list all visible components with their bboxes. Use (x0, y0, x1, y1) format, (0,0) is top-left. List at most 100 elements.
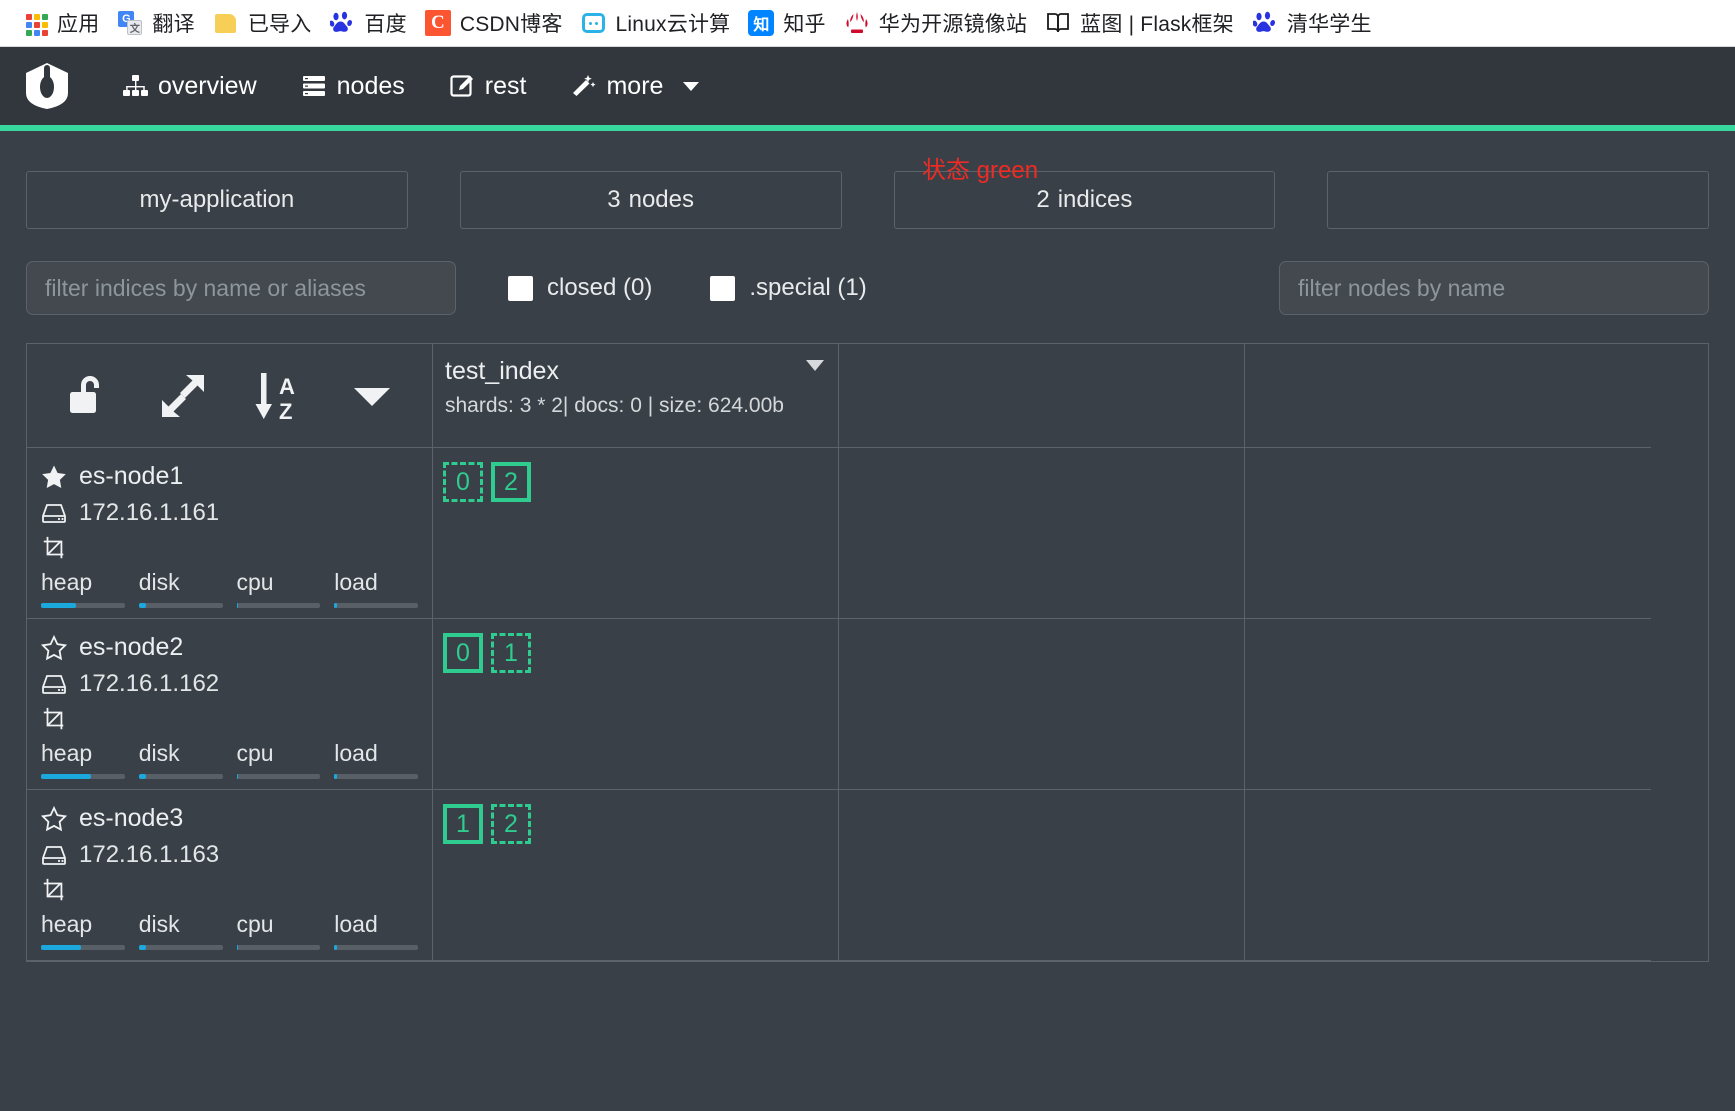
nav-item-overview[interactable]: overview (100, 66, 279, 107)
sort-alpha-icon[interactable]: A Z (253, 370, 305, 422)
shard-cell-node2-test_index: 0 1 (433, 619, 839, 790)
summary-cluster-name-label: my-application (139, 186, 295, 213)
metric-cpu: cpu (236, 569, 321, 608)
metric-heap-label: heap (41, 569, 93, 595)
shard-cell-node3-empty-1 (839, 790, 1245, 961)
summary-nodes-label: nodes (628, 186, 694, 213)
metric-cpu-label: cpu (236, 740, 274, 766)
node-name[interactable]: es-node2 (79, 633, 183, 662)
shard-replica[interactable]: 1 (491, 633, 531, 673)
checkbox-special[interactable]: .special (1) (710, 274, 867, 302)
cerebro-navbar: overview nodes rest more 状态 green (0, 47, 1735, 184)
bookmark-item-3[interactable]: 百度 (325, 5, 420, 41)
svg-text:A: A (279, 374, 295, 399)
bookmark-label: Linux云计算 (615, 13, 731, 36)
shard-cell-node3-test_index: 1 2 (433, 790, 839, 961)
linux-tv-icon (581, 10, 607, 36)
bookmark-item-5[interactable]: Linux云计算 (577, 5, 745, 41)
expand-arrows-icon[interactable] (160, 373, 206, 419)
hdd-icon (41, 671, 67, 697)
bookmark-item-0[interactable]: 应用 (18, 5, 113, 41)
chevron-down-icon[interactable] (683, 81, 700, 91)
summary-indices-count: 2 (1036, 186, 1050, 213)
metric-cpu: cpu (236, 740, 321, 779)
checkbox-closed-box[interactable] (508, 275, 533, 301)
nav-item-more[interactable]: more (548, 66, 721, 107)
metric-heap: heap (41, 740, 125, 779)
node-metrics: heap disk cpu load (41, 911, 418, 950)
nav-item-nodes[interactable]: nodes (279, 66, 427, 107)
index-menu-caret-icon[interactable] (806, 360, 824, 371)
checkbox-closed[interactable]: closed (0) (508, 274, 652, 302)
summary-shards[interactable] (1327, 171, 1709, 229)
hdd-icon (41, 500, 67, 526)
node-ip: 172.16.1.162 (79, 670, 220, 697)
summary-cluster-name[interactable]: my-application (26, 171, 408, 229)
shard-primary[interactable]: 2 (491, 462, 531, 502)
indices-filter-input[interactable] (26, 261, 456, 315)
bookmark-label: 已导入 (247, 13, 312, 36)
shard-replica[interactable]: 0 (443, 462, 483, 502)
nav-item-rest[interactable]: rest (427, 66, 549, 107)
shard-replica[interactable]: 2 (491, 804, 531, 844)
bookmark-item-1[interactable]: G 文翻译 (113, 5, 208, 41)
node-cell-es-node3: es-node3 172.16.1.163 heap disk cpu load (27, 790, 433, 961)
nodes-filter-input[interactable] (1279, 261, 1709, 315)
bookmark-item-8[interactable]: 蓝图 | Flask框架 (1041, 5, 1248, 41)
metric-load: load (334, 569, 418, 608)
checkbox-special-box[interactable] (710, 275, 736, 301)
caret-down-icon[interactable] (352, 383, 392, 409)
shard-primary[interactable]: 0 (443, 633, 483, 673)
filters-row: closed (0) .special (1) (0, 229, 1735, 315)
status-annotation: 状态 green (922, 157, 1039, 184)
node-ip-line: 172.16.1.161 (41, 499, 418, 527)
folder-icon (213, 10, 239, 36)
unlock-icon[interactable] (67, 372, 113, 420)
bookmark-item-9[interactable]: 清华学生 (1248, 5, 1386, 41)
shard-cell-node2-empty-1 (839, 619, 1245, 790)
bookmark-label: 应用 (57, 13, 100, 36)
metric-heap-track (41, 774, 125, 779)
node-ip: 172.16.1.163 (79, 841, 220, 868)
bookmark-label: 翻译 (152, 13, 195, 36)
metric-load-fill (334, 774, 337, 779)
apps-grid-icon (22, 10, 48, 36)
node-name-line: es-node2 (41, 633, 418, 662)
metric-disk: disk (138, 740, 223, 779)
metric-disk-track (138, 774, 223, 779)
node-role-line (41, 877, 418, 903)
star-filled-icon (41, 464, 67, 490)
metric-load: load (334, 911, 418, 950)
server-stack-icon (301, 73, 327, 99)
shard-cell-node2-empty-2 (1245, 619, 1651, 790)
summary-nodes-count: 3 (607, 186, 621, 213)
node-name[interactable]: es-node1 (79, 462, 183, 491)
shard-primary[interactable]: 1 (443, 804, 483, 844)
nav-label-overview: overview (158, 71, 257, 100)
bookmark-label: CSDN博客 (459, 13, 563, 36)
data-node-icon (41, 706, 67, 732)
shard-cell-node1-test_index: 0 2 (433, 448, 839, 619)
svg-text:Z: Z (279, 399, 292, 422)
metric-cpu: cpu (236, 911, 321, 950)
metric-cpu-label: cpu (236, 569, 274, 595)
summary-nodes[interactable]: 3 nodes (459, 171, 842, 229)
nav-label-more: more (606, 71, 664, 100)
metric-load-label: load (334, 740, 378, 766)
bookmark-item-4[interactable]: C CSDN博客 (421, 5, 577, 41)
node-name[interactable]: es-node3 (79, 804, 183, 833)
metric-disk-label: disk (138, 911, 180, 937)
cerebro-logo-icon[interactable] (22, 61, 72, 111)
metric-cpu-track (236, 774, 321, 779)
index-name[interactable]: test_index (445, 356, 822, 386)
shard-cell-node1-empty-1 (839, 448, 1245, 619)
bookmark-item-2[interactable]: 已导入 (209, 5, 326, 41)
book-icon (1045, 10, 1071, 36)
metric-cpu-fill (236, 603, 239, 608)
node-ip: 172.16.1.161 (79, 499, 220, 526)
edit-square-icon (449, 73, 475, 99)
node-name-line: es-node1 (41, 462, 418, 491)
shard-cell-node1-empty-2 (1245, 448, 1651, 619)
bookmark-item-7[interactable]: 华为开源镜像站 (840, 5, 1041, 41)
bookmark-item-6[interactable]: 知知乎 (744, 5, 839, 41)
